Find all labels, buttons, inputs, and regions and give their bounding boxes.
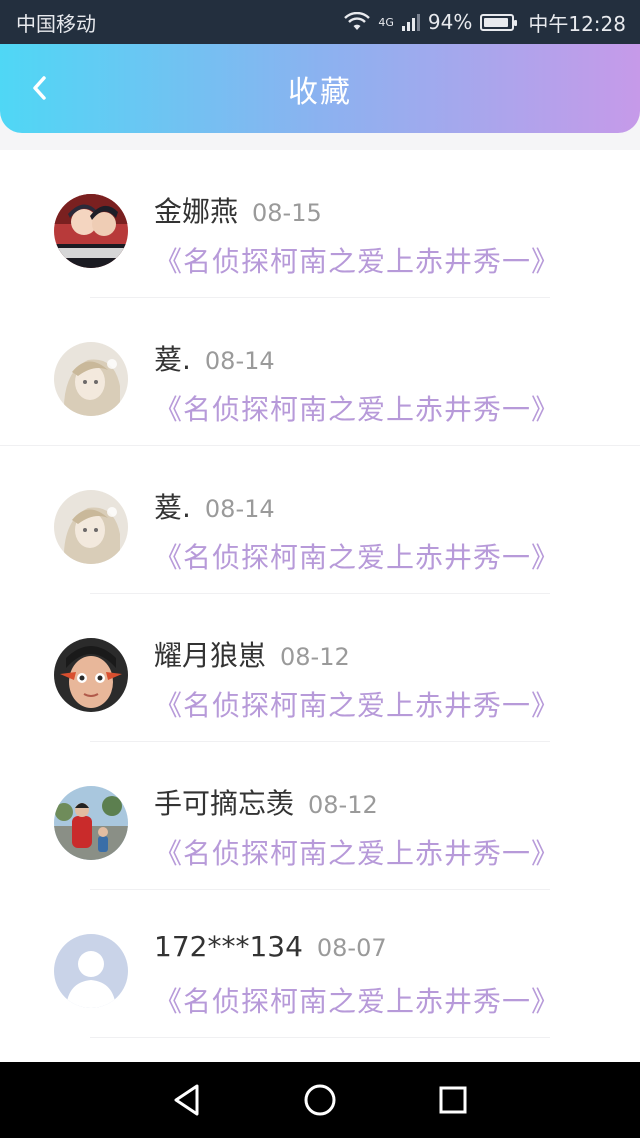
- network-type: 4G: [378, 15, 394, 29]
- battery-level: [484, 17, 509, 27]
- name-line: 172***134 08-07: [154, 930, 387, 963]
- photo-avatar: [54, 638, 128, 712]
- name-line: 耀月狼崽 08-12: [154, 634, 350, 674]
- name-line: 萲. 08-14: [154, 486, 275, 526]
- book-title-link[interactable]: 《名侦探柯南之爱上赤井秀一》: [154, 536, 560, 576]
- favorite-item[interactable]: 金娜燕 08-15 《名侦探柯南之爱上赤井秀一》: [0, 150, 640, 298]
- page-header: 收藏: [0, 44, 640, 133]
- favorite-date: 08-14: [204, 495, 275, 523]
- status-bar: 中国移动 4G 94% 中午12:28: [0, 0, 640, 44]
- square-recent-icon: [439, 1086, 467, 1114]
- user-name: 172***134: [154, 930, 303, 963]
- system-nav-bar: [0, 1062, 640, 1138]
- favorite-date: 08-12: [308, 791, 378, 819]
- name-line: 金娜燕 08-15: [154, 190, 322, 230]
- user-name: 金娜燕: [154, 195, 239, 228]
- book-title-link[interactable]: 《名侦探柯南之爱上赤井秀一》: [154, 832, 560, 872]
- book-title-link[interactable]: 《名侦探柯南之爱上赤井秀一》: [154, 980, 560, 1020]
- user-name: 萲.: [154, 491, 191, 524]
- circle-home-icon: [304, 1084, 336, 1116]
- favorite-item[interactable]: 萲. 08-14 《名侦探柯南之爱上赤井秀一》: [0, 298, 640, 446]
- illustration-girl-avatar: [54, 490, 128, 564]
- nav-recent-button[interactable]: [423, 1070, 483, 1130]
- favorite-item[interactable]: 172***134 08-07 《名侦探柯南之爱上赤井秀一》: [0, 890, 640, 1038]
- photo-outdoor-avatar: [54, 786, 128, 860]
- back-chevron-icon: [33, 76, 46, 100]
- favorite-item[interactable]: 萲. 08-14 《名侦探柯南之爱上赤井秀一》: [0, 446, 640, 594]
- nav-back-button[interactable]: [157, 1070, 217, 1130]
- user-name: 手可摘忘羡: [154, 787, 295, 820]
- default-user-avatar: [54, 934, 128, 1008]
- name-line: 手可摘忘羡 08-12: [154, 782, 378, 822]
- battery-percent: 94%: [427, 10, 473, 34]
- favorites-list: 金娜燕 08-15 《名侦探柯南之爱上赤井秀一》 萲. 08-14 《名侦探柯南之爱…: [0, 150, 640, 1062]
- divider: [90, 1037, 550, 1038]
- status-icons: 4G 94% 中午12:28: [344, 8, 626, 37]
- favorite-date: 08-14: [204, 347, 275, 375]
- book-title-link[interactable]: 《名侦探柯南之爱上赤井秀一》: [154, 240, 560, 280]
- back-button[interactable]: [16, 64, 64, 112]
- favorite-date: 08-15: [252, 199, 322, 227]
- nav-home-button[interactable]: [290, 1070, 350, 1130]
- favorite-item[interactable]: 手可摘忘羡 08-12 《名侦探柯南之爱上赤井秀一》: [0, 742, 640, 890]
- book-title-link[interactable]: 《名侦探柯南之爱上赤井秀一》: [154, 684, 560, 724]
- carrier-name: 中国移动: [16, 11, 96, 36]
- favorite-item[interactable]: 耀月狼崽 08-12 《名侦探柯南之爱上赤井秀一》: [0, 594, 640, 742]
- user-name: 耀月狼崽: [154, 639, 267, 672]
- name-line: 萲. 08-14: [154, 338, 275, 378]
- anime-avatar: [54, 194, 128, 268]
- clock: 中午12:28: [528, 11, 626, 36]
- page-title: 收藏: [288, 74, 352, 110]
- triangle-back-icon: [174, 1084, 199, 1116]
- battery-icon: [480, 13, 518, 31]
- user-name: 萲.: [154, 343, 191, 376]
- favorite-date: 08-12: [280, 643, 350, 671]
- signal-icon: [401, 13, 420, 31]
- illustration-girl-avatar: [54, 342, 128, 416]
- wifi-icon: [344, 12, 371, 32]
- book-title-link[interactable]: 《名侦探柯南之爱上赤井秀一》: [154, 388, 560, 428]
- favorite-date: 08-07: [316, 934, 387, 962]
